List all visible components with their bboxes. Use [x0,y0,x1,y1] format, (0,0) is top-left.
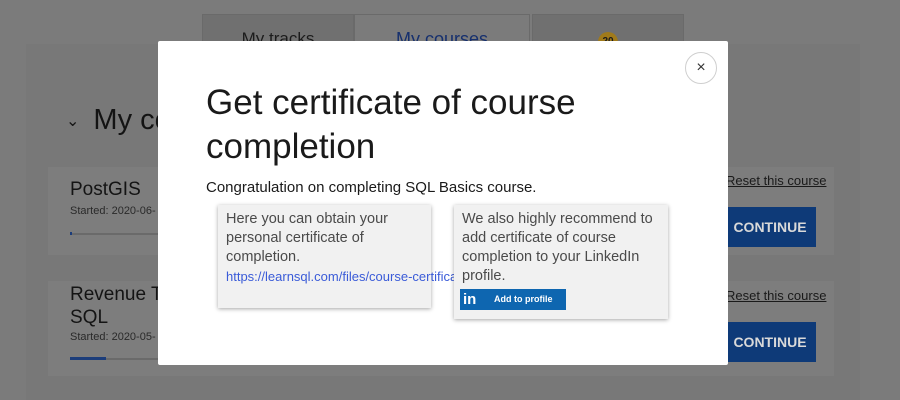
linkedin-icon: in [463,291,477,308]
continue-button[interactable]: CONTINUE [724,322,816,362]
certificate-info-card: Here you can obtain your personal certif… [218,205,631,308]
course-title-line: SQL [70,307,109,328]
linkedin-info-card: We also highly recommend to add certific… [454,205,668,319]
course-started: Started: 2020-06- [70,205,156,217]
add-to-profile-label: Add to profile [494,294,553,304]
close-icon: × [696,59,706,76]
chevron-down-icon: ⌄ [66,113,80,131]
close-button[interactable]: × [685,52,717,84]
add-to-profile-button[interactable]: in Add to profile [460,289,566,310]
progress-fill [70,232,72,235]
continue-button[interactable]: CONTINUE [724,207,816,247]
course-title: PostGIS [70,179,141,200]
course-started: Started: 2020-05- [70,331,156,343]
reset-course-link[interactable]: Reset this course [726,173,826,188]
certificate-info-text: Here you can obtain your personal certif… [226,211,389,265]
course-title: Revenue T SQL [70,283,163,329]
progress-fill [70,357,106,360]
reset-course-link[interactable]: Reset this course [726,288,826,303]
modal-title: Get certificate of course completion [206,83,576,166]
course-title-line: Revenue T [70,284,163,305]
certificate-modal: × Get certificate of course completion C… [158,41,728,365]
certificate-link[interactable]: https://learnsql.com/files/course-certif… [226,268,631,285]
linkedin-info-text: We also highly recommend to add certific… [462,211,653,284]
modal-subtitle: Congratulation on completing SQL Basics … [206,179,537,196]
